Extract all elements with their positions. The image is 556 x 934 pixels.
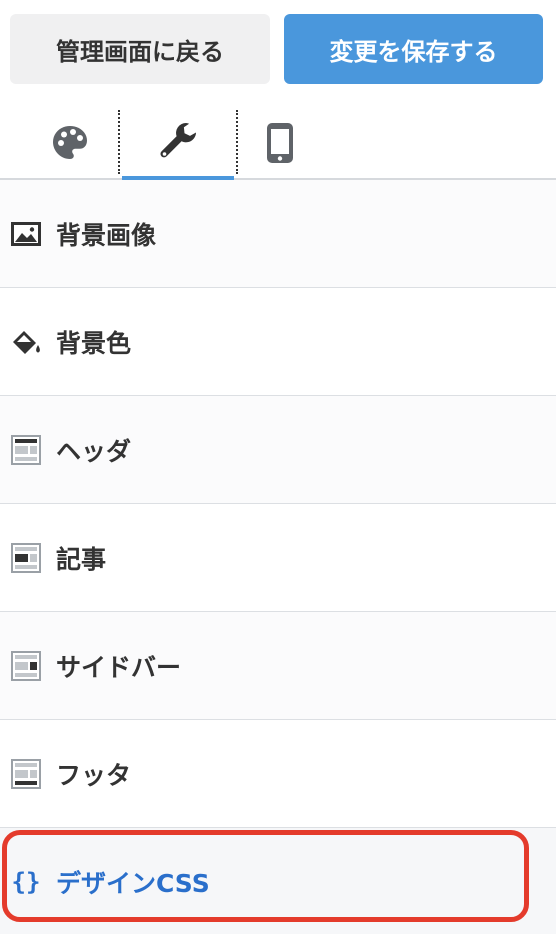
menu-item-background-image[interactable]: 背景画像: [0, 180, 556, 288]
tab-mobile[interactable]: [236, 110, 324, 180]
layout-article-icon: [10, 542, 42, 574]
menu-item-label: 背景色: [56, 328, 132, 358]
paint-bucket-icon: [10, 326, 42, 358]
highlight-annotation: [2, 830, 529, 922]
back-to-admin-button[interactable]: 管理画面に戻る: [10, 14, 270, 84]
smartphone-icon: [265, 121, 295, 169]
menu-item-label: 記事: [56, 544, 107, 574]
layout-sidebar-icon: [10, 650, 42, 682]
menu-item-label: ヘッダ: [56, 436, 132, 466]
menu-item-background-color[interactable]: 背景色: [0, 288, 556, 396]
tab-customize[interactable]: [122, 110, 234, 180]
menu-item-label: フッタ: [56, 760, 132, 790]
menu-item-footer[interactable]: フッタ: [0, 720, 556, 828]
top-bar: 管理画面に戻る 変更を保存する: [0, 0, 556, 100]
customize-menu: 背景画像 背景色 ヘッダ 記事 サイドバー フッタ {} デザインCSS: [0, 180, 556, 934]
tab-bar: [0, 100, 556, 180]
menu-item-article[interactable]: 記事: [0, 504, 556, 612]
layout-header-icon: [10, 434, 42, 466]
tab-divider: [118, 110, 120, 174]
image-icon: [10, 218, 42, 250]
palette-icon: [50, 123, 90, 167]
wrench-icon: [156, 119, 200, 167]
menu-item-sidebar[interactable]: サイドバー: [0, 612, 556, 720]
menu-item-label: 背景画像: [56, 220, 157, 250]
layout-footer-icon: [10, 758, 42, 790]
menu-item-label: サイドバー: [56, 652, 182, 682]
save-changes-button[interactable]: 変更を保存する: [284, 14, 543, 84]
menu-item-header[interactable]: ヘッダ: [0, 396, 556, 504]
tab-theme[interactable]: [20, 110, 120, 180]
